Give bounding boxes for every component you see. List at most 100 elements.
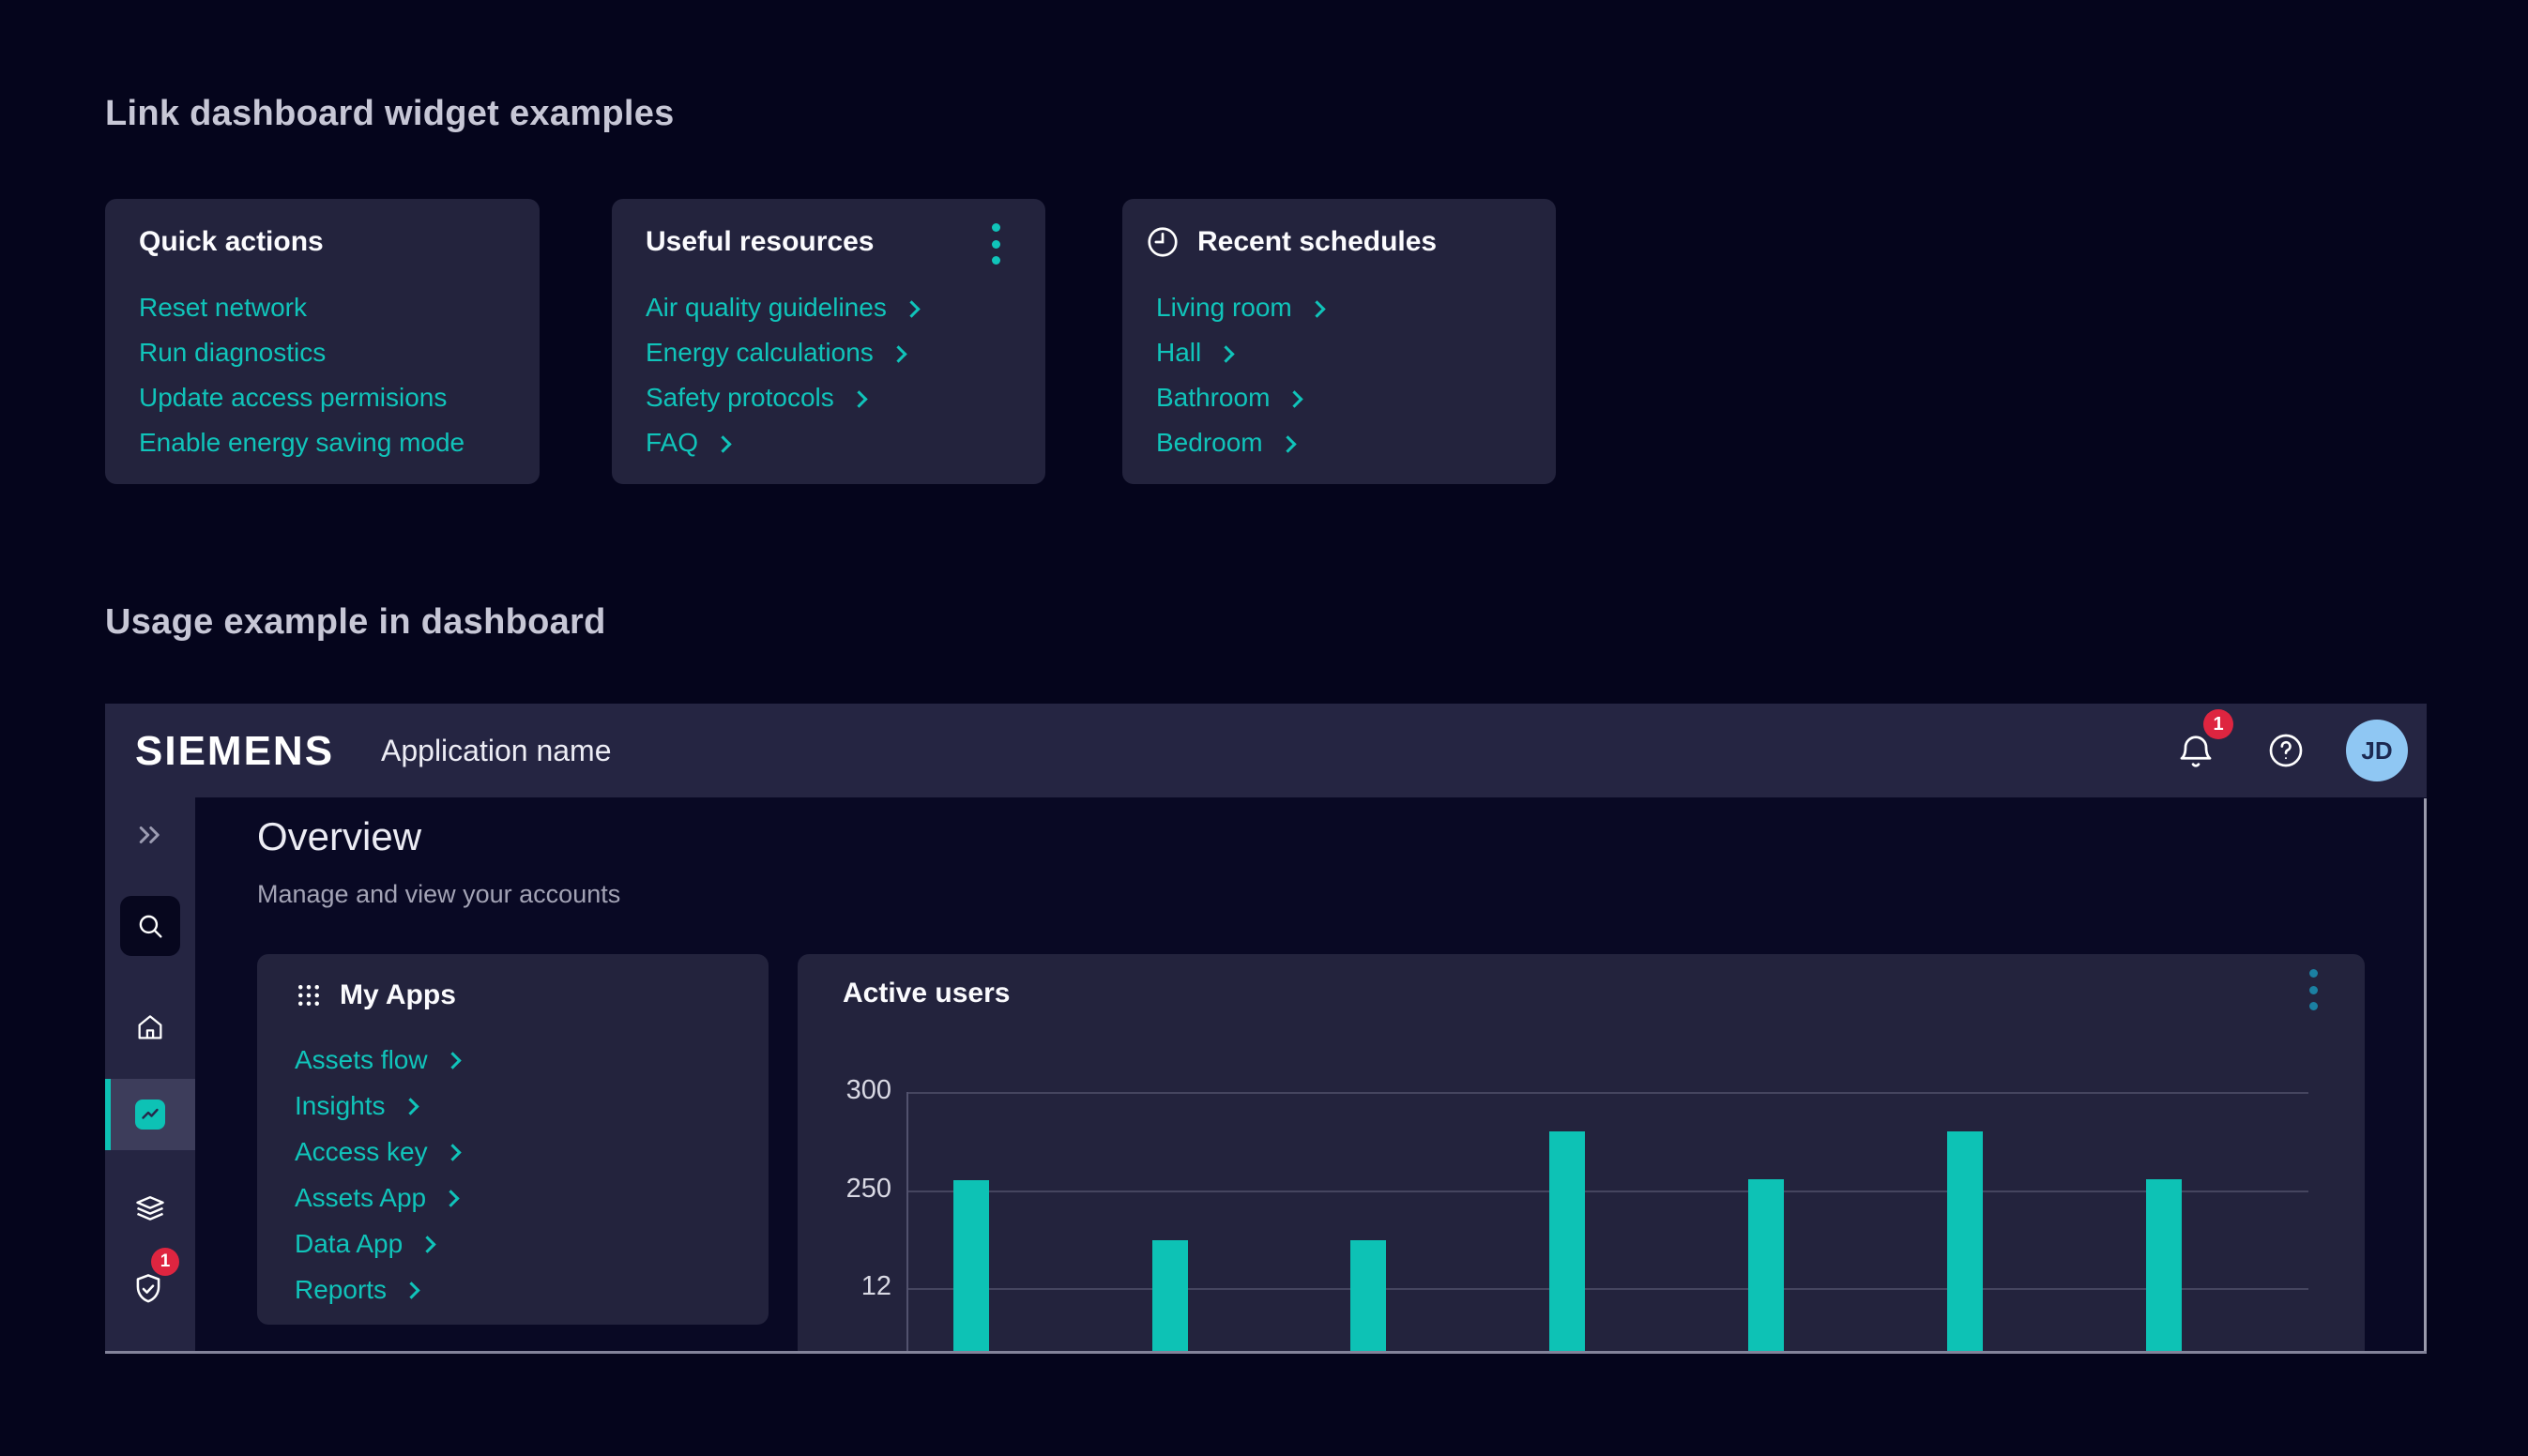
card-title: Active users (843, 978, 1010, 1009)
link-item[interactable]: Run diagnostics (139, 330, 464, 375)
chevron-right-icon (444, 1144, 461, 1160)
page: Link dashboard widget examples Quick act… (0, 0, 2528, 1456)
y-axis-tick-label: 250 (813, 1174, 891, 1205)
chart-gridline (906, 1191, 2308, 1192)
chevron-right-icon (1287, 390, 1303, 407)
app-header: SIEMENS Application name 1 JD (105, 704, 2427, 797)
chart-bar (1947, 1131, 1983, 1354)
shield-badge: 1 (151, 1248, 179, 1276)
chevron-right-icon (1218, 345, 1235, 362)
chevron-right-icon (403, 1282, 419, 1298)
home-icon[interactable] (134, 1011, 166, 1043)
chevron-right-icon (442, 1190, 459, 1206)
clock-icon (1145, 224, 1180, 260)
link-label: Air quality guidelines (646, 293, 887, 323)
chevron-right-icon (419, 1236, 436, 1252)
link-item[interactable]: Insights (295, 1083, 459, 1129)
link-label: FAQ (646, 428, 698, 458)
dashboard-example-frame: SIEMENS Application name 1 JD (105, 704, 2427, 1354)
link-label: Living room (1156, 293, 1292, 323)
app-grid-icon (295, 981, 323, 1009)
link-label: Enable energy saving mode (139, 428, 464, 458)
chart-bar (953, 1180, 989, 1354)
chevron-right-icon (890, 345, 906, 362)
my-apps-card: My Apps Assets flowInsightsAccess keyAss… (257, 954, 769, 1325)
link-label: Insights (295, 1091, 386, 1121)
quick-actions-card: Quick actions Reset network Run diagnosti… (105, 199, 540, 484)
link-item[interactable]: Bedroom (1156, 420, 1323, 465)
link-label: Assets flow (295, 1045, 428, 1075)
recent-schedules-card: Recent schedules Living room Hall Bathroom… (1122, 199, 1556, 484)
layers-icon[interactable] (133, 1193, 167, 1227)
link-item[interactable]: Living room (1156, 285, 1323, 330)
link-item[interactable]: Bathroom (1156, 375, 1323, 420)
card-header: Active users (843, 973, 1010, 1014)
shield-check-icon[interactable] (130, 1270, 166, 1308)
link-item[interactable]: Update access permisions (139, 375, 464, 420)
chevron-right-icon (850, 390, 867, 407)
page-subtitle: Manage and view your accounts (257, 880, 620, 909)
sidebar: 1 (105, 797, 195, 1354)
link-list: Assets flow Insights Access key Assets App D… (295, 1037, 459, 1312)
link-item[interactable]: Enable energy saving mode (139, 420, 464, 465)
link-list: Reset network Run diagnostics Update acces… (139, 285, 464, 465)
active-accent-bar (105, 1079, 111, 1150)
link-item[interactable]: Reports (295, 1266, 459, 1312)
link-label: Assets App (295, 1183, 426, 1213)
card-title: Quick actions (139, 226, 324, 258)
link-label: Access key (295, 1137, 428, 1167)
siemens-logo: SIEMENS (135, 728, 334, 775)
help-icon[interactable] (2267, 732, 2305, 769)
kebab-menu-icon[interactable] (982, 221, 1010, 266)
sidebar-item-analytics[interactable] (105, 1079, 195, 1150)
link-label: Update access permisions (139, 383, 447, 413)
avatar[interactable]: JD (2346, 720, 2408, 781)
double-chevron-right-icon[interactable] (133, 818, 167, 852)
link-item[interactable]: Air quality guidelines (646, 285, 918, 330)
chevron-right-icon (402, 1098, 419, 1115)
card-title: My Apps (340, 979, 456, 1011)
kebab-menu-icon[interactable] (2299, 967, 2327, 1012)
chevron-right-icon (444, 1052, 461, 1069)
link-label: Hall (1156, 338, 1201, 368)
chevron-right-icon (1308, 300, 1325, 317)
link-item[interactable]: Reset network (139, 285, 464, 330)
scrollbar[interactable] (2424, 798, 2427, 1351)
y-axis-tick-label: 12 (813, 1271, 891, 1302)
card-header: Quick actions (139, 221, 324, 263)
link-item[interactable]: Data App (295, 1221, 459, 1266)
link-label: Reports (295, 1275, 387, 1305)
trend-chart-icon (135, 1100, 165, 1130)
application-name: Application name (381, 734, 611, 768)
chart-bar (1549, 1131, 1585, 1354)
examples-heading: Link dashboard widget examples (105, 94, 675, 134)
page-title: Overview (257, 814, 421, 859)
link-item[interactable]: FAQ (646, 420, 918, 465)
card-header: My Apps (295, 975, 456, 1016)
link-list: Air quality guidelines Energy calculation… (646, 285, 918, 465)
link-label: Bedroom (1156, 428, 1263, 458)
card-header: Useful resources (646, 221, 874, 263)
link-item[interactable]: Access key (295, 1129, 459, 1175)
chart-bar (1350, 1240, 1386, 1354)
link-label: Run diagnostics (139, 338, 326, 368)
link-label: Data App (295, 1229, 403, 1259)
link-list: Living room Hall Bathroom Bedroom (1156, 285, 1323, 465)
chart-bar (1152, 1240, 1188, 1354)
link-item[interactable]: Assets App (295, 1175, 459, 1221)
chart-gridline (906, 1288, 2308, 1290)
chart-bar (2146, 1179, 2182, 1354)
link-label: Reset network (139, 293, 307, 323)
card-header: Recent schedules (1145, 221, 1437, 263)
link-item[interactable]: Assets flow (295, 1037, 459, 1083)
link-label: Energy calculations (646, 338, 874, 368)
link-label: Safety protocols (646, 383, 834, 413)
search-icon[interactable] (120, 896, 180, 956)
y-axis-line (906, 1092, 908, 1354)
chart-bar (1748, 1179, 1784, 1354)
link-item[interactable]: Safety protocols (646, 375, 918, 420)
chevron-right-icon (1279, 435, 1296, 452)
useful-resources-card: Useful resources Air quality guidelines E… (612, 199, 1045, 484)
link-item[interactable]: Hall (1156, 330, 1323, 375)
link-item[interactable]: Energy calculations (646, 330, 918, 375)
